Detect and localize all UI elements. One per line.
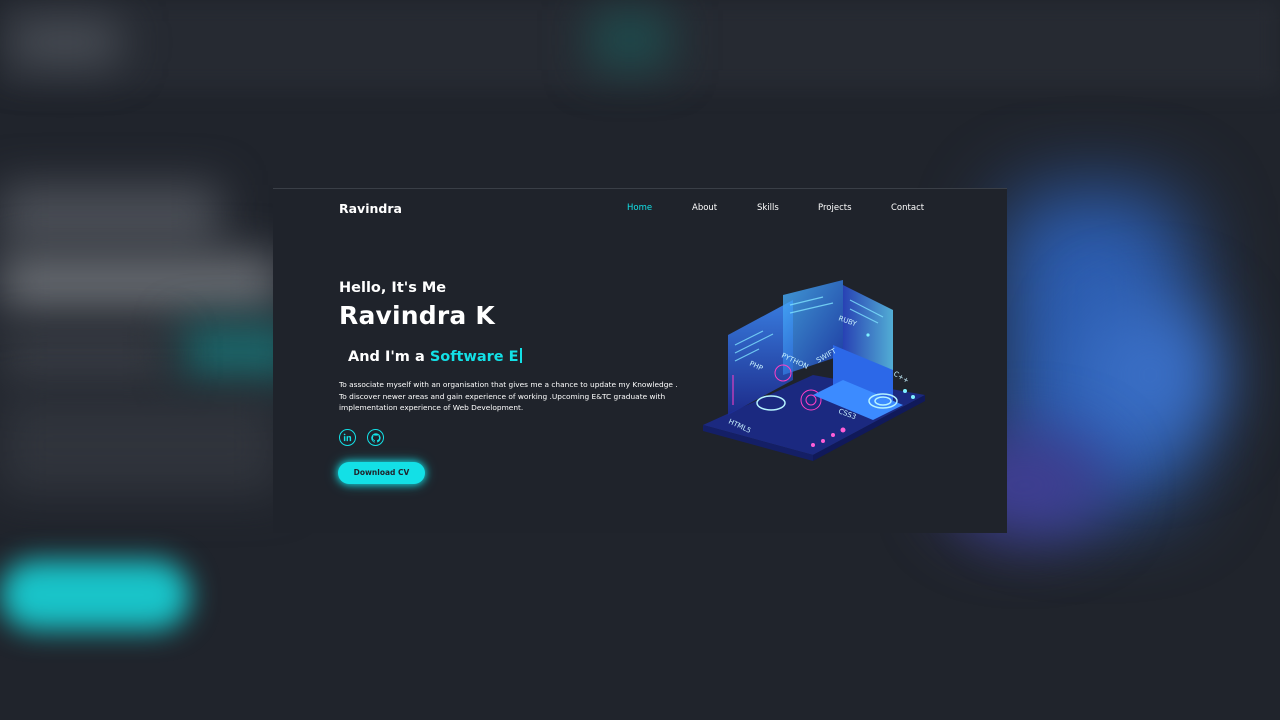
hero-role: And I'm a Software E [348, 348, 522, 365]
nav-contact[interactable]: Contact [891, 203, 924, 213]
backdrop-name-blur [0, 255, 280, 310]
nav-skills[interactable]: Skills [757, 203, 779, 213]
backdrop-art-blur-2 [1080, 300, 1220, 450]
linkedin-icon [343, 433, 352, 442]
backdrop-role-blur [0, 335, 170, 380]
backdrop-bio-blur [0, 395, 280, 495]
typing-cursor [519, 348, 522, 363]
backdrop-greeting-blur [0, 185, 220, 245]
backdrop-nav-blur [590, 10, 670, 70]
github-link[interactable] [367, 429, 384, 446]
main-nav: Home About Skills Projects Contact [273, 203, 1007, 217]
linkedin-link[interactable] [339, 429, 356, 446]
hero-bio: To associate myself with an organisation… [339, 380, 678, 412]
hero-illustration: RUBY PYTHON PHP SWIFT HTML5 CSS3 C++ [703, 280, 925, 461]
backdrop-logo-blur [10, 20, 120, 65]
hero-greeting: Hello, It's Me [339, 280, 447, 296]
label-cpp: C++ [892, 370, 911, 385]
nav-home[interactable]: Home [627, 203, 652, 213]
portfolio-page: Ravindra Home About Skills Projects Cont… [273, 188, 1007, 533]
role-typed-text: Software E [429, 349, 519, 365]
nav-projects[interactable]: Projects [818, 203, 852, 213]
role-prefix: And I'm a [348, 349, 425, 365]
github-icon [370, 432, 381, 443]
download-cv-button[interactable]: Download CV [338, 462, 425, 484]
hero-name: Ravindra K [339, 301, 495, 330]
backdrop-button-blur [0, 560, 190, 630]
nav-about[interactable]: About [692, 203, 717, 213]
